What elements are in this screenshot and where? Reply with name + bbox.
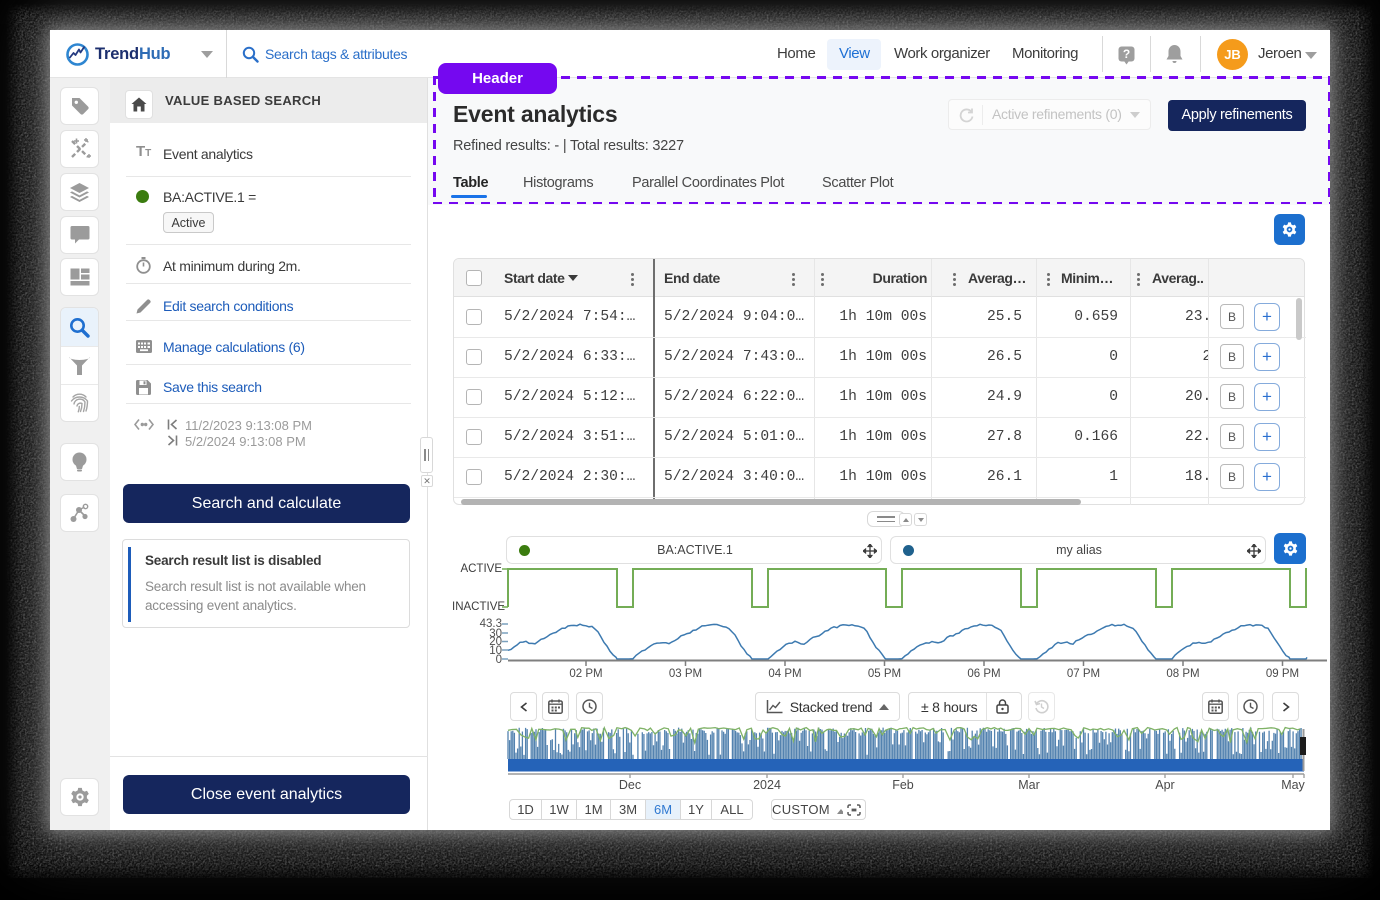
svg-text:?: ? <box>1123 47 1130 61</box>
